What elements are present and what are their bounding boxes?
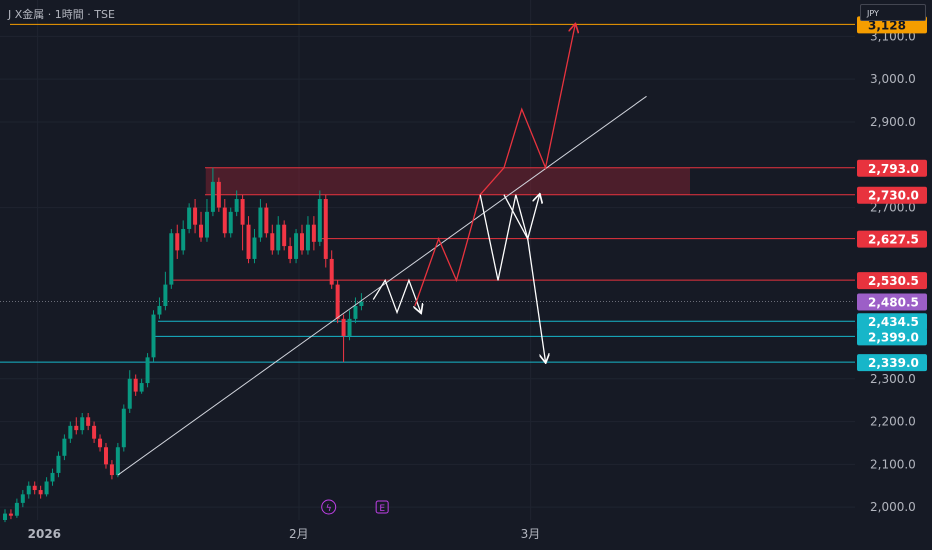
price-tag-label: 2,627.5: [868, 233, 919, 247]
candle-body: [157, 306, 162, 315]
candle-body: [329, 258, 334, 285]
price-tag-label: 2,339.0: [868, 356, 919, 370]
price-tag-label: 2,530.5: [868, 274, 919, 288]
candle-body: [3, 513, 7, 520]
event-marker-label: E: [379, 504, 385, 514]
candle-body: [74, 425, 79, 431]
candle-body: [323, 199, 328, 259]
candle-body: [181, 228, 186, 251]
price-tag-label: 2,730.0: [868, 189, 919, 203]
candle-body: [151, 314, 156, 358]
candle-body: [234, 199, 239, 212]
price-tick-label: 2,900.0: [870, 115, 916, 129]
price-tick-label: 2,100.0: [870, 457, 916, 471]
time-tick-label: 2月: [289, 527, 309, 541]
price-tick-label: 2,000.0: [870, 500, 916, 514]
candle-body: [187, 207, 192, 229]
candle-body: [210, 181, 215, 212]
candle-body: [258, 207, 263, 238]
candle-body: [353, 306, 358, 319]
price-chart[interactable]: 2,000.02,100.02,200.02,300.02,700.02,900…: [0, 0, 932, 550]
candle-body: [127, 378, 132, 409]
candle-body: [139, 383, 144, 392]
candle-body: [300, 233, 304, 251]
candle-body: [8, 513, 13, 516]
candle-body: [193, 207, 198, 225]
event-marker-label: ϟ: [326, 504, 332, 514]
candle-body: [38, 490, 43, 495]
candle-body: [145, 357, 150, 384]
candle-body: [175, 233, 180, 251]
candle-body: [14, 502, 19, 516]
candle-body: [32, 485, 37, 491]
time-tick-label: 2026: [28, 527, 61, 541]
price-tick-label: 2,300.0: [870, 372, 916, 386]
candle-body: [335, 284, 340, 319]
candle-body: [294, 233, 299, 259]
candle-body: [103, 447, 108, 465]
candle-body: [133, 378, 138, 392]
candle-body: [347, 318, 352, 336]
candle-body: [270, 233, 275, 251]
price-tag-label: 2,480.5: [868, 296, 919, 310]
candle-body: [68, 425, 73, 439]
resistance-zone-rect: [205, 167, 690, 195]
candle-body: [359, 301, 364, 307]
candle-body: [56, 455, 61, 473]
candle-body: [86, 417, 91, 426]
candle-body: [252, 237, 257, 259]
price-tag-label: 2,434.5: [868, 315, 919, 329]
price-tick-label: 3,000.0: [870, 72, 916, 86]
candle-body: [44, 481, 49, 495]
candle-body: [98, 438, 103, 448]
price-tag-label: 2,399.0: [868, 330, 919, 344]
candle-body: [20, 494, 25, 503]
price-tag-label: 2,793.0: [868, 162, 919, 176]
candle-body: [92, 425, 97, 439]
candle-body: [80, 417, 85, 431]
candle-body: [317, 199, 322, 242]
candle-body: [115, 447, 120, 476]
candle-body: [264, 207, 269, 234]
price-tick-label: 2,200.0: [870, 415, 916, 429]
time-tick-label: 3月: [521, 527, 541, 541]
candle-body: [311, 224, 316, 242]
symbol-title: J X金属 · 1時間 · TSE: [8, 8, 115, 21]
candle-body: [26, 485, 31, 495]
candle-body: [62, 438, 67, 456]
resistance-zone: [205, 167, 690, 195]
candle-body: [240, 199, 245, 225]
candle-body: [163, 284, 168, 307]
candle-body: [305, 224, 310, 251]
candle-body: [199, 224, 204, 238]
chart-background: [0, 0, 932, 550]
candle-body: [169, 233, 174, 285]
candle-body: [246, 224, 251, 259]
currency-button[interactable]: JPY: [860, 4, 926, 21]
candle-body: [121, 408, 126, 448]
candle-body: [204, 211, 209, 238]
candle-body: [50, 472, 55, 482]
candle-body: [222, 207, 227, 234]
candle-body: [288, 246, 293, 259]
candle-body: [216, 181, 221, 208]
candle-body: [276, 224, 281, 251]
candle-body: [109, 464, 114, 476]
candle-body: [341, 318, 346, 336]
candle-body: [282, 224, 287, 247]
candle-body: [228, 211, 233, 234]
